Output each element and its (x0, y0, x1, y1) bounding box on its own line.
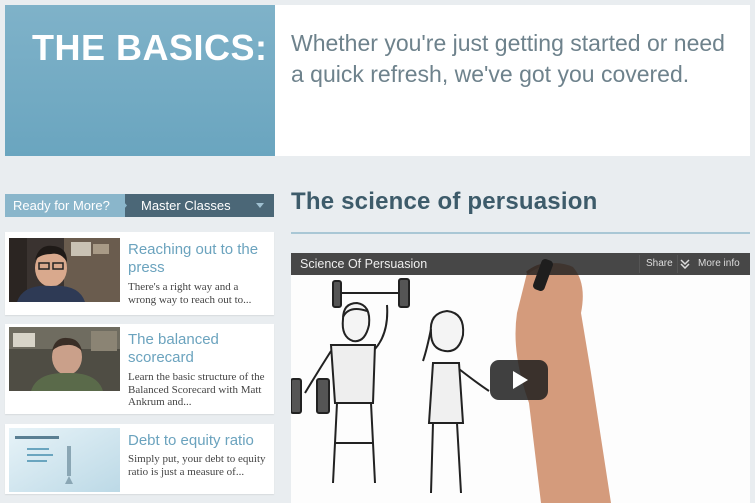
play-icon (513, 371, 528, 389)
more-info-icon (680, 259, 690, 269)
video-thumbnail[interactable] (9, 428, 120, 492)
tab-master-classes-label: Master Classes (141, 198, 231, 213)
card-description: Learn the basic structure of the Balance… (128, 371, 265, 408)
more-info-label: More info (698, 258, 740, 269)
hero-banner: THE BASICS: (5, 5, 275, 156)
list-item[interactable]: Reaching out to the press There's a righ… (5, 232, 274, 315)
class-tabs: Ready for More? Master Classes (5, 194, 274, 217)
video-thumbnail[interactable] (9, 327, 120, 391)
tab-ready-for-more[interactable]: Ready for More? (5, 194, 127, 217)
list-item[interactable]: Debt to equity ratio Simply put, your de… (5, 424, 274, 494)
card-description: There's a right way and a wrong way to r… (128, 281, 252, 306)
card-description: Simply put, your debt to equity ratio is… (128, 453, 266, 478)
chevron-down-icon[interactable] (256, 203, 264, 208)
card-title[interactable]: Reaching out to the press (128, 241, 268, 277)
hero-description-panel: Whether you're just getting started or n… (275, 5, 750, 156)
more-info-button[interactable]: More info (680, 253, 750, 275)
video-title-bar: Science Of Persuasion Share More info (291, 253, 750, 275)
title-divider (291, 232, 750, 234)
hero-description: Whether you're just getting started or n… (291, 30, 725, 87)
list-item[interactable]: The balanced scorecard Learn the basic s… (5, 324, 274, 414)
toolbar-divider (677, 255, 678, 273)
page-title: The science of persuasion (291, 188, 598, 215)
video-player[interactable]: Science Of Persuasion Share More info (291, 253, 750, 503)
video-thumbnail[interactable] (9, 238, 120, 302)
play-button[interactable] (490, 360, 548, 400)
card-title[interactable]: The balanced scorecard (128, 331, 268, 367)
card-title[interactable]: Debt to equity ratio (128, 432, 268, 450)
share-button[interactable]: Share (646, 253, 673, 275)
tab-arrow-separator (117, 194, 127, 217)
hero-title: THE BASICS: (32, 27, 268, 68)
tab-master-classes[interactable]: Master Classes (125, 194, 274, 217)
video-title[interactable]: Science Of Persuasion (300, 253, 427, 275)
toolbar-divider (639, 255, 640, 273)
